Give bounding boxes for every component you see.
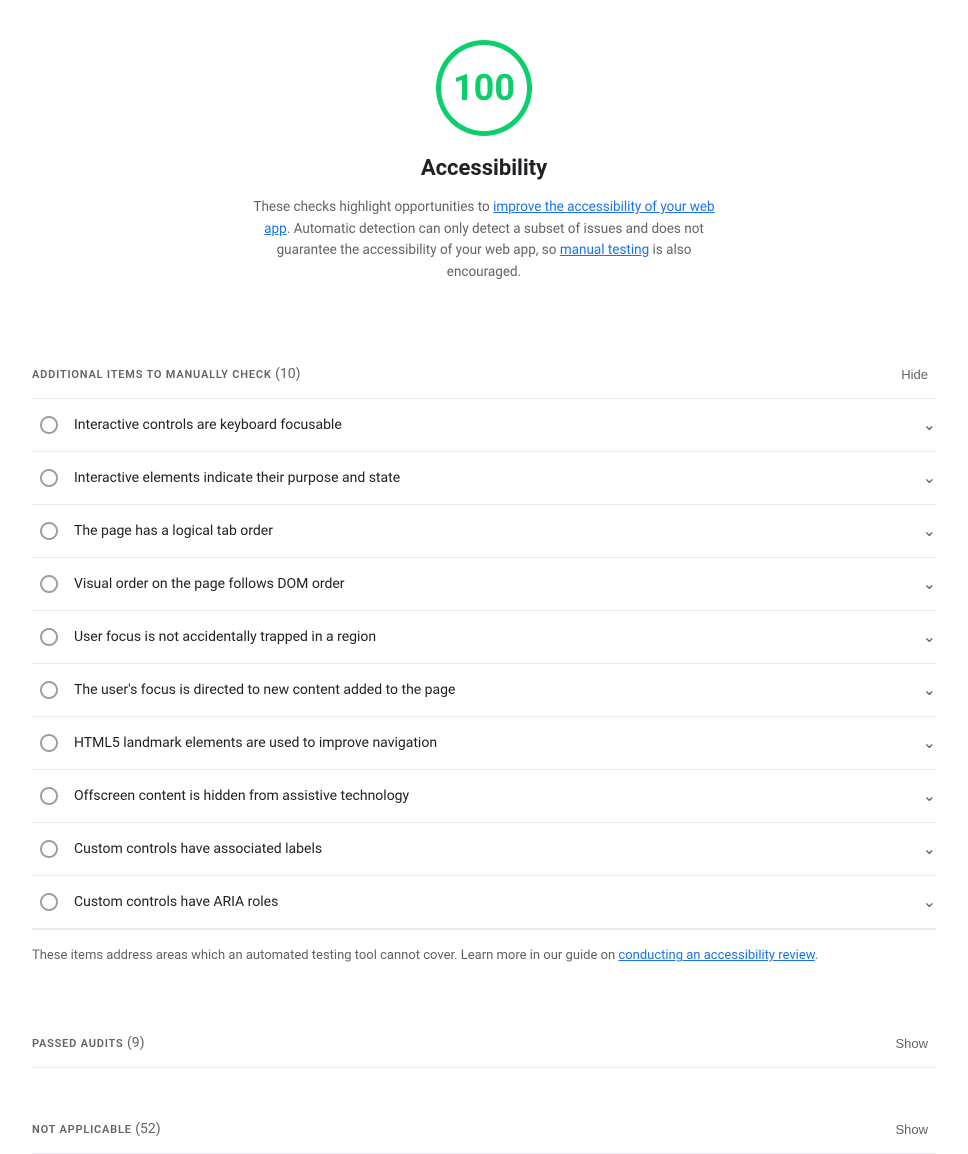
audit-status-icon-9 (40, 893, 58, 911)
chevron-down-icon-8: ⌄ (923, 837, 936, 861)
audit-status-icon-2 (40, 522, 58, 540)
chevron-down-icon-2: ⌄ (923, 519, 936, 543)
passed-audits-divider (32, 1067, 936, 1068)
passed-audits-title-group: PASSED AUDITS (9) (32, 1033, 145, 1054)
audit-label-5: The user's focus is directed to new cont… (74, 680, 911, 701)
score-description: These checks highlight opportunities to … (244, 197, 724, 283)
audit-list: Interactive controls are keyboard focusa… (32, 398, 936, 929)
manual-check-count: (10) (275, 366, 300, 382)
passed-audits-header: PASSED AUDITS (9) Show (32, 1012, 936, 1067)
note-text-after: . (815, 948, 818, 963)
audit-status-icon-4 (40, 628, 58, 646)
chevron-down-icon-6: ⌄ (923, 731, 936, 755)
manual-check-toggle[interactable]: Hide (893, 363, 936, 386)
audit-item-0[interactable]: Interactive controls are keyboard focusa… (32, 399, 936, 452)
audit-status-icon-7 (40, 787, 58, 805)
audit-label-4: User focus is not accidentally trapped i… (74, 627, 911, 648)
audit-label-0: Interactive controls are keyboard focusa… (74, 415, 911, 436)
audit-item-2[interactable]: The page has a logical tab order ⌄ (32, 505, 936, 558)
score-title: Accessibility (421, 152, 547, 185)
chevron-down-icon-0: ⌄ (923, 413, 936, 437)
audit-status-icon-5 (40, 681, 58, 699)
accessibility-review-link[interactable]: conducting an accessibility review (618, 948, 814, 963)
score-value: 100 (453, 61, 515, 115)
passed-audits-count: (9) (127, 1035, 145, 1051)
audit-item-8[interactable]: Custom controls have associated labels ⌄ (32, 823, 936, 876)
audit-item-6[interactable]: HTML5 landmark elements are used to impr… (32, 717, 936, 770)
passed-audits-toggle[interactable]: Show (887, 1032, 936, 1055)
page-container: 100 Accessibility These checks highlight… (0, 0, 968, 1154)
audit-label-9: Custom controls have ARIA roles (74, 892, 911, 913)
chevron-down-icon-5: ⌄ (923, 678, 936, 702)
manual-check-note: These items address areas which an autom… (32, 929, 936, 982)
chevron-down-icon-9: ⌄ (923, 890, 936, 914)
audit-status-icon-1 (40, 469, 58, 487)
audit-item-5[interactable]: The user's focus is directed to new cont… (32, 664, 936, 717)
audit-item-1[interactable]: Interactive elements indicate their purp… (32, 452, 936, 505)
audit-label-8: Custom controls have associated labels (74, 839, 911, 860)
audit-item-4[interactable]: User focus is not accidentally trapped i… (32, 611, 936, 664)
chevron-down-icon-3: ⌄ (923, 572, 936, 596)
not-applicable-section: NOT APPLICABLE (52) Show (32, 1098, 936, 1154)
description-text-before: These checks highlight opportunities to (253, 199, 493, 215)
chevron-down-icon-4: ⌄ (923, 625, 936, 649)
note-text-before: These items address areas which an autom… (32, 948, 618, 963)
manual-check-title: ADDITIONAL ITEMS TO MANUALLY CHECK (32, 368, 272, 381)
chevron-down-icon-1: ⌄ (923, 466, 936, 490)
audit-label-6: HTML5 landmark elements are used to impr… (74, 733, 911, 754)
not-applicable-title-group: NOT APPLICABLE (52) (32, 1119, 161, 1140)
audit-status-icon-8 (40, 840, 58, 858)
manual-check-header: ADDITIONAL ITEMS TO MANUALLY CHECK (10) … (32, 343, 936, 398)
audit-label-2: The page has a logical tab order (74, 521, 911, 542)
audit-label-3: Visual order on the page follows DOM ord… (74, 574, 911, 595)
passed-audits-title: PASSED AUDITS (32, 1037, 124, 1050)
audit-status-icon-0 (40, 416, 58, 434)
not-applicable-count: (52) (135, 1121, 160, 1137)
audit-item-3[interactable]: Visual order on the page follows DOM ord… (32, 558, 936, 611)
audit-status-icon-6 (40, 734, 58, 752)
score-section: 100 Accessibility These checks highlight… (32, 0, 936, 313)
audit-status-icon-3 (40, 575, 58, 593)
manual-check-title-group: ADDITIONAL ITEMS TO MANUALLY CHECK (10) (32, 364, 301, 385)
audit-label-1: Interactive elements indicate their purp… (74, 468, 911, 489)
audit-label-7: Offscreen content is hidden from assisti… (74, 786, 911, 807)
not-applicable-title: NOT APPLICABLE (32, 1123, 132, 1136)
audit-item-9[interactable]: Custom controls have ARIA roles ⌄ (32, 876, 936, 929)
manual-testing-link[interactable]: manual testing (560, 242, 649, 258)
chevron-down-icon-7: ⌄ (923, 784, 936, 808)
not-applicable-header: NOT APPLICABLE (52) Show (32, 1098, 936, 1153)
audit-item-7[interactable]: Offscreen content is hidden from assisti… (32, 770, 936, 823)
passed-audits-section: PASSED AUDITS (9) Show (32, 1012, 936, 1068)
not-applicable-toggle[interactable]: Show (887, 1118, 936, 1141)
score-circle: 100 (436, 40, 532, 136)
